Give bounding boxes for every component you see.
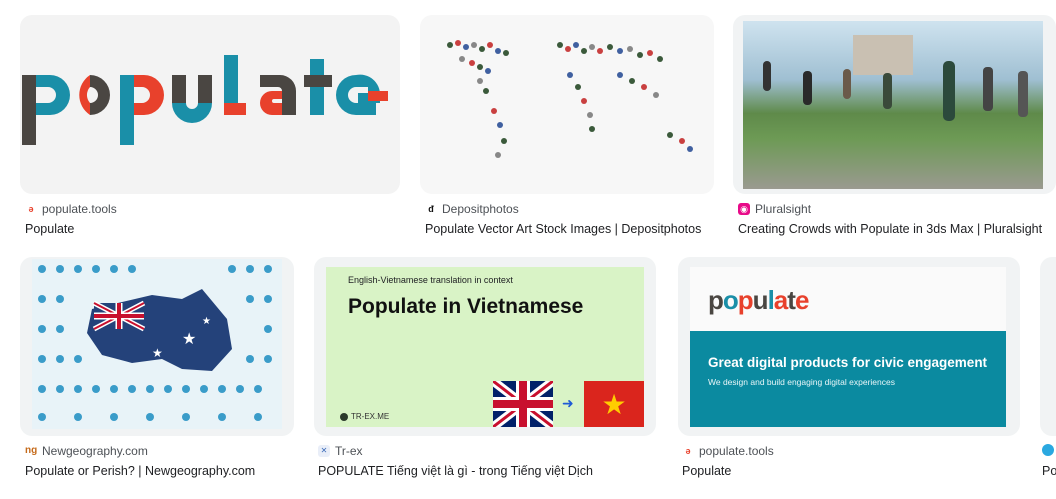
result-source[interactable]: ✕ Tr-ex — [318, 444, 363, 458]
result-card-populate-tools-2[interactable]: populate Great digital products for civi… — [670, 250, 1030, 490]
result-source[interactable]: ng Newgeography.com — [25, 444, 148, 458]
result-title[interactable]: Populate or Perish? | Newgeography.com — [25, 464, 255, 478]
result-title[interactable]: Po — [1042, 464, 1056, 478]
trex-image-footer: TR-EX.ME — [340, 412, 389, 421]
source-label: Pluralsight — [755, 202, 812, 216]
populate-site-image: populate Great digital products for civi… — [690, 267, 1006, 427]
vietnam-flag-icon: ★ — [584, 381, 644, 427]
result-thumbnail[interactable] — [733, 15, 1056, 194]
source-label: populate.tools — [42, 202, 117, 216]
result-source[interactable]: ◉ Pluralsight — [738, 202, 811, 216]
populate-logo — [22, 55, 388, 145]
source-label: Depositphotos — [442, 202, 519, 216]
result-title[interactable]: Populate Vector Art Stock Images | Depos… — [425, 222, 701, 236]
pluralsight-favicon-icon: ◉ — [738, 203, 750, 215]
populate-banner: Great digital products for civic engagem… — [690, 331, 1006, 427]
trex-favicon-icon: ✕ — [318, 445, 330, 457]
result-title[interactable]: Populate — [682, 464, 731, 478]
trex-image: English-Vietnamese translation in contex… — [326, 267, 644, 427]
result-title[interactable]: POPULATE Tiếng việt là gì - trong Tiếng … — [318, 464, 593, 478]
svg-text:★: ★ — [601, 389, 626, 420]
svg-text:★: ★ — [182, 331, 196, 348]
result-card-populate-tools-1[interactable]: ə populate.tools Populate — [0, 0, 410, 240]
world-map-crowd-image — [447, 40, 693, 158]
source-label: populate.tools — [699, 444, 774, 458]
australia-crowd-image: ★ ★ ★ — [32, 259, 282, 429]
result-card-pluralsight[interactable]: ◉ Pluralsight Creating Crowds with Popul… — [725, 0, 1056, 240]
result-card-trex[interactable]: English-Vietnamese translation in contex… — [300, 250, 670, 490]
result-card-depositphotos[interactable]: ᵭ Depositphotos Populate Vector Art Stoc… — [410, 0, 720, 240]
trex-image-heading: Populate in Vietnamese — [348, 295, 584, 318]
trex-logo-icon — [340, 412, 348, 421]
populate-banner-heading: Great digital products for civic engagem… — [708, 355, 988, 370]
populate-banner-subtext: We design and build engaging digital exp… — [708, 377, 895, 387]
uk-flag-icon — [493, 381, 553, 427]
generic-favicon-icon — [1042, 444, 1054, 456]
result-thumbnail[interactable] — [420, 15, 714, 194]
populate-small-logo: populate — [708, 285, 809, 315]
result-card-partial[interactable]: Po — [1036, 250, 1056, 490]
result-thumbnail[interactable]: ★ ★ ★ — [20, 257, 294, 436]
result-thumbnail[interactable] — [1040, 257, 1056, 436]
depositphotos-favicon-icon: ᵭ — [428, 204, 434, 214]
result-thumbnail[interactable]: English-Vietnamese translation in contex… — [314, 257, 656, 436]
result-card-newgeography[interactable]: ★ ★ ★ ng Newgeography.com Populate or Pe… — [0, 250, 300, 490]
newgeography-favicon-icon: ng — [25, 445, 38, 456]
result-thumbnail[interactable]: populate Great digital products for civi… — [678, 257, 1020, 436]
trex-image-subtitle: English-Vietnamese translation in contex… — [348, 275, 513, 285]
result-source[interactable]: ə populate.tools — [682, 444, 774, 458]
result-source[interactable]: ə populate.tools — [25, 202, 117, 216]
source-label: Tr-ex — [335, 444, 363, 458]
svg-text:★: ★ — [152, 346, 163, 360]
arrow-right-icon: ➜ — [562, 395, 574, 411]
result-source[interactable] — [1042, 444, 1054, 456]
result-source[interactable]: ᵭ Depositphotos — [425, 202, 519, 216]
crowd-scene-image — [743, 21, 1043, 189]
result-thumbnail[interactable] — [20, 15, 400, 194]
populate-favicon-icon: ə — [685, 446, 691, 456]
source-label: Newgeography.com — [42, 444, 148, 458]
svg-text:★: ★ — [202, 316, 211, 327]
result-title[interactable]: Populate — [25, 222, 74, 236]
result-title[interactable]: Creating Crowds with Populate in 3ds Max… — [738, 222, 1042, 236]
populate-favicon-icon: ə — [28, 204, 34, 214]
